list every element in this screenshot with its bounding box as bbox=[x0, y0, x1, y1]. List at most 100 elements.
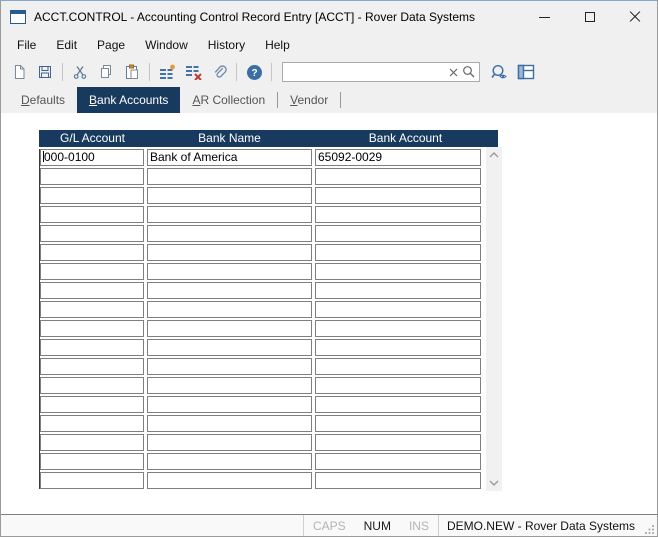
grid-cell[interactable] bbox=[40, 244, 144, 261]
app-window: ACCT.CONTROL - Accounting Control Record… bbox=[0, 0, 658, 537]
grid-cell[interactable] bbox=[147, 453, 312, 470]
grid-cell[interactable] bbox=[40, 206, 144, 223]
menu-window[interactable]: Window bbox=[135, 35, 198, 55]
grid-cell[interactable] bbox=[147, 168, 312, 185]
grid-cell[interactable] bbox=[147, 187, 312, 204]
grid-cell[interactable] bbox=[147, 244, 312, 261]
grid-cell[interactable]: Bank of America bbox=[147, 149, 312, 166]
paste-button[interactable] bbox=[120, 60, 144, 84]
grid-cell[interactable] bbox=[315, 301, 481, 318]
grid-cell[interactable] bbox=[147, 339, 312, 356]
tab-bank-accounts[interactable]: Bank Accounts bbox=[77, 87, 180, 113]
panels-button[interactable] bbox=[514, 60, 538, 84]
grid-cell[interactable] bbox=[315, 434, 481, 451]
attachment-button[interactable] bbox=[207, 60, 231, 84]
maximize-button[interactable] bbox=[567, 1, 612, 33]
cut-button[interactable] bbox=[68, 60, 92, 84]
grid-cell[interactable] bbox=[147, 282, 312, 299]
grid-cell[interactable] bbox=[147, 263, 312, 280]
tab-vendor[interactable]: Vendor bbox=[278, 87, 340, 113]
grid-cell[interactable] bbox=[315, 225, 481, 242]
grid-cell[interactable] bbox=[315, 415, 481, 432]
menu-edit[interactable]: Edit bbox=[46, 35, 87, 55]
clear-search-button[interactable] bbox=[445, 64, 461, 80]
grid-cell[interactable] bbox=[40, 472, 144, 489]
page-content: G/L Account Bank Name Bank Account 000-0… bbox=[1, 113, 657, 514]
grid-cell[interactable] bbox=[40, 301, 144, 318]
save-icon bbox=[37, 64, 53, 80]
vertical-scrollbar[interactable] bbox=[486, 147, 502, 491]
grid-cell[interactable] bbox=[147, 434, 312, 451]
table-row bbox=[40, 415, 482, 432]
tab-ar-collection[interactable]: AR Collection bbox=[180, 87, 277, 113]
grid-cell[interactable] bbox=[315, 244, 481, 261]
grid-cell[interactable] bbox=[40, 225, 144, 242]
grid-cell[interactable] bbox=[40, 377, 144, 394]
copy-button[interactable] bbox=[94, 60, 118, 84]
status-num: NUM bbox=[355, 515, 400, 536]
table-row bbox=[40, 472, 482, 489]
grid-cell[interactable] bbox=[147, 358, 312, 375]
grid-cell[interactable] bbox=[315, 472, 481, 489]
grid-cell[interactable] bbox=[315, 168, 481, 185]
grid-cell[interactable] bbox=[40, 168, 144, 185]
table-row bbox=[40, 320, 482, 337]
delete-row-button[interactable] bbox=[181, 60, 205, 84]
grid-cell[interactable] bbox=[315, 358, 481, 375]
status-session: DEMO.NEW - Rover Data Systems bbox=[439, 515, 643, 536]
grid-cell[interactable] bbox=[315, 453, 481, 470]
grid-cell[interactable] bbox=[315, 263, 481, 280]
insert-row-button[interactable] bbox=[155, 60, 179, 84]
grid-cell[interactable] bbox=[40, 320, 144, 337]
grid-cell[interactable] bbox=[40, 358, 144, 375]
grid-cell[interactable] bbox=[315, 320, 481, 337]
grid-cell[interactable] bbox=[147, 415, 312, 432]
grid-cell[interactable] bbox=[315, 187, 481, 204]
minimize-button[interactable] bbox=[522, 1, 567, 33]
grid-cell[interactable] bbox=[40, 263, 144, 280]
grid-cell[interactable]: 65092-0029 bbox=[315, 149, 481, 166]
menu-page[interactable]: Page bbox=[87, 35, 135, 55]
grid-cell[interactable] bbox=[315, 206, 481, 223]
grid-cell[interactable] bbox=[40, 282, 144, 299]
table-row bbox=[40, 358, 482, 375]
grid-cell[interactable] bbox=[147, 377, 312, 394]
grid-cell[interactable]: 000-0100 bbox=[40, 149, 144, 166]
tab-defaults[interactable]: Defaults bbox=[9, 87, 77, 113]
grid-cell[interactable] bbox=[315, 339, 481, 356]
cut-icon bbox=[72, 64, 88, 80]
resize-grip[interactable] bbox=[643, 515, 657, 536]
search-button[interactable] bbox=[461, 64, 477, 80]
table-row bbox=[40, 187, 482, 204]
grid-cell[interactable] bbox=[40, 187, 144, 204]
table-row bbox=[40, 301, 482, 318]
grid-cell[interactable] bbox=[315, 282, 481, 299]
grid-cell[interactable] bbox=[147, 396, 312, 413]
help-button[interactable]: ? bbox=[242, 60, 266, 84]
help-icon: ? bbox=[246, 64, 263, 81]
grid-cell[interactable] bbox=[147, 301, 312, 318]
menu-history[interactable]: History bbox=[198, 35, 255, 55]
new-document-button[interactable] bbox=[7, 60, 31, 84]
menu-bar: File Edit Page Window History Help bbox=[1, 33, 657, 57]
menu-help[interactable]: Help bbox=[255, 35, 300, 55]
menu-file[interactable]: File bbox=[7, 35, 46, 55]
grid-cell[interactable] bbox=[40, 434, 144, 451]
close-button[interactable] bbox=[612, 1, 657, 33]
grid-cell[interactable] bbox=[40, 339, 144, 356]
scroll-down-button[interactable] bbox=[486, 475, 502, 491]
save-button[interactable] bbox=[33, 60, 57, 84]
grid-cell[interactable] bbox=[315, 396, 481, 413]
grid-cell[interactable] bbox=[40, 415, 144, 432]
lookup-button[interactable] bbox=[488, 60, 512, 84]
grid-cell[interactable] bbox=[315, 377, 481, 394]
chevron-down-icon bbox=[489, 480, 499, 486]
grid-cell[interactable] bbox=[147, 472, 312, 489]
grid-cell[interactable] bbox=[147, 206, 312, 223]
grid-cell[interactable] bbox=[40, 453, 144, 470]
window-title: ACCT.CONTROL - Accounting Control Record… bbox=[34, 10, 522, 24]
grid-cell[interactable] bbox=[40, 396, 144, 413]
scroll-up-button[interactable] bbox=[486, 147, 502, 163]
grid-cell[interactable] bbox=[147, 225, 312, 242]
grid-cell[interactable] bbox=[147, 320, 312, 337]
